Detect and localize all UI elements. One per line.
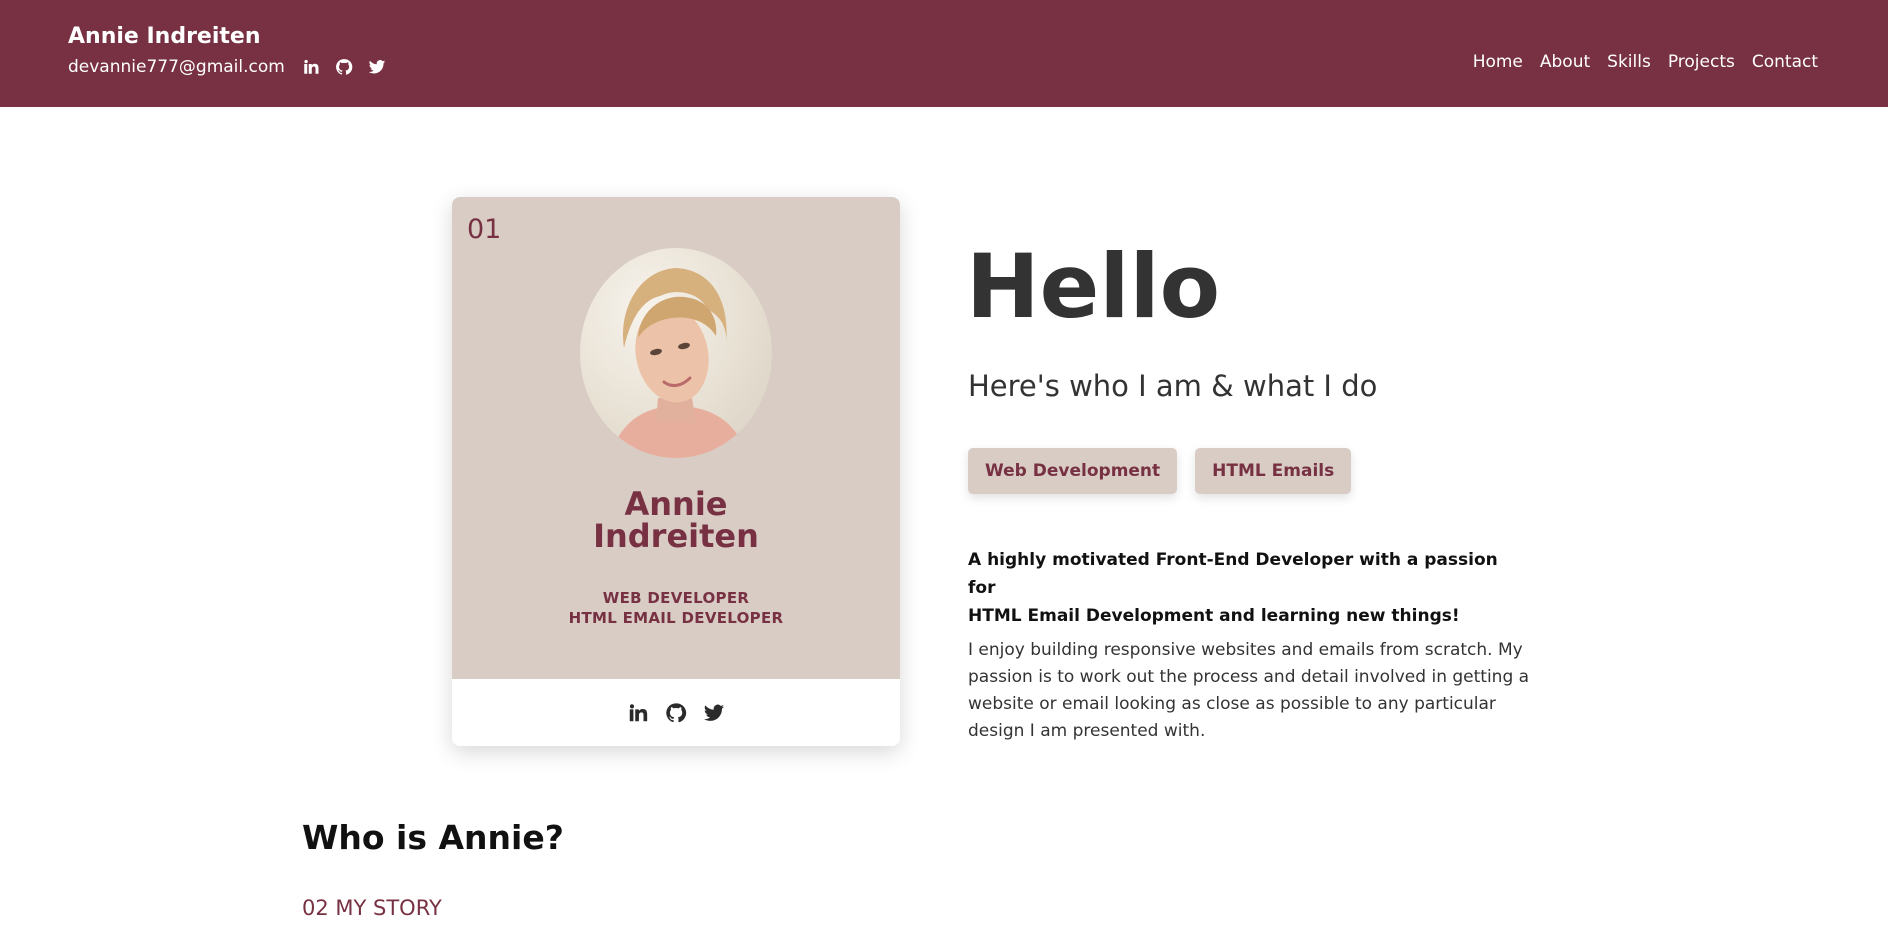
main-nav: Home About Skills Projects Contact xyxy=(1473,52,1818,72)
hero-description-line: website or email looking as close as pos… xyxy=(968,694,1496,714)
hero-description-line: passion is to work out the process and d… xyxy=(968,667,1530,687)
card-name-first: Annie xyxy=(624,485,728,523)
card-number: 01 xyxy=(467,214,502,245)
story-section-label: 02 MY STORY xyxy=(302,896,442,920)
card-roles: WEB DEVELOPER HTML EMAIL DEVELOPER xyxy=(452,588,900,628)
nav-skills[interactable]: Skills xyxy=(1607,52,1651,72)
about-heading: Who is Annie? xyxy=(302,818,564,857)
hero-subtitle: Here's who I am & what I do xyxy=(968,369,1378,403)
card-name-last: Indreiten xyxy=(593,517,759,555)
nav-home[interactable]: Home xyxy=(1473,52,1523,72)
linkedin-icon[interactable] xyxy=(626,701,650,725)
nav-projects[interactable]: Projects xyxy=(1668,52,1735,72)
profile-photo xyxy=(580,248,772,458)
tag-web-development: Web Development xyxy=(968,448,1178,494)
email-link[interactable]: devannie777@gmail.com xyxy=(68,57,285,77)
header-contact-row: devannie777@gmail.com xyxy=(68,57,400,77)
profile-card: 01 Annie Indreiten WEB DEVELOPER HTML EM… xyxy=(452,197,900,746)
profile-card-body: 01 Annie Indreiten WEB DEVELOPER HTML EM… xyxy=(452,197,900,679)
github-icon[interactable] xyxy=(334,57,354,77)
twitter-icon[interactable] xyxy=(367,57,387,77)
card-role-web: WEB DEVELOPER xyxy=(602,589,750,607)
site-brand[interactable]: Annie Indreiten xyxy=(68,24,260,49)
hero-lead-line: A highly motivated Front-End Developer w… xyxy=(968,550,1498,598)
hero-lead: A highly motivated Front-End Developer w… xyxy=(968,546,1528,630)
nav-about[interactable]: About xyxy=(1540,52,1590,72)
nav-contact[interactable]: Contact xyxy=(1752,52,1818,72)
card-name: Annie Indreiten xyxy=(452,488,900,552)
card-social-bar xyxy=(452,679,900,746)
hero-heading: Hello xyxy=(966,235,1221,338)
hero-lead-line: HTML Email Development and learning new … xyxy=(968,606,1460,626)
hero-description: I enjoy building responsive websites and… xyxy=(968,637,1548,745)
site-header: Annie Indreiten devannie777@gmail.com Ho… xyxy=(0,0,1888,107)
linkedin-icon[interactable] xyxy=(301,57,321,77)
tag-html-emails: HTML Emails xyxy=(1195,448,1352,494)
skill-tags: Web Development HTML Emails xyxy=(968,448,1352,494)
hero-description-line: design I am presented with. xyxy=(968,721,1206,741)
github-icon[interactable] xyxy=(664,701,688,725)
card-role-email: HTML EMAIL DEVELOPER xyxy=(568,609,784,627)
hero-description-line: I enjoy building responsive websites and… xyxy=(968,640,1523,660)
twitter-icon[interactable] xyxy=(702,701,726,725)
